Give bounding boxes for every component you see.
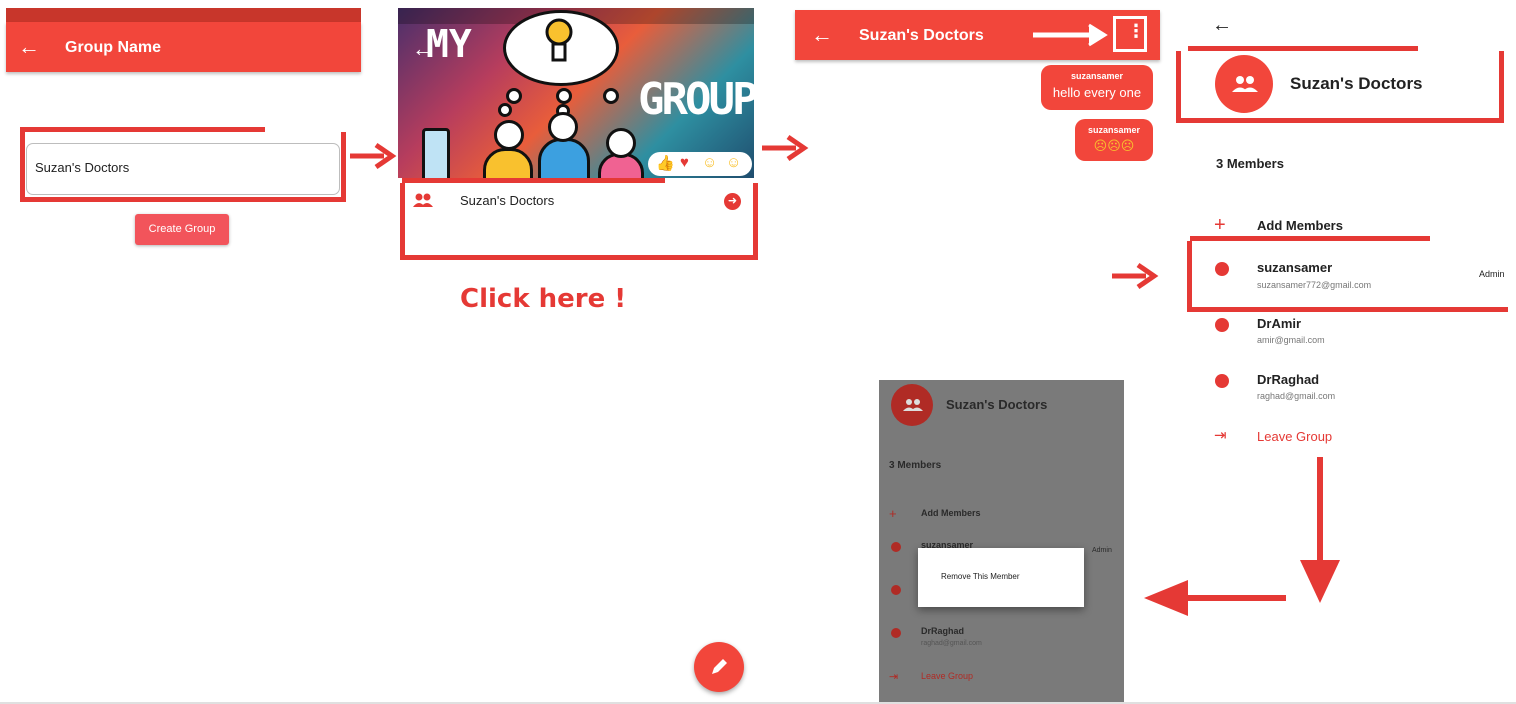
group-name: Suzan's Doctors [946,397,1048,412]
create-group-button[interactable]: Create Group [135,214,229,245]
back-arrow-icon[interactable]: ← [18,36,40,58]
arrow-right-icon [1112,262,1159,290]
group-avatar [1215,55,1273,113]
group-name-input-value: Suzan's Doctors [35,160,130,175]
remove-member-dialog: Remove This Member [918,548,1084,607]
thought-dot [556,88,572,104]
smile-icon: ☺ [726,154,742,171]
thought-dot [603,88,619,104]
group-list-item-label: Suzan's Doctors [460,193,555,208]
group-avatar [891,384,933,426]
remove-member-option[interactable]: Remove This Member [941,572,1020,581]
member-row[interactable]: DrRaghad raghad@gmail.com [1200,368,1500,408]
more-vert-icon[interactable]: ⋮ [1127,21,1145,42]
add-members-button: Add Members [921,508,981,518]
my-groups-banner: MY ← GROUPS 👍 ♥ ☺ ☺ [398,8,754,178]
back-arrow-icon[interactable]: ← [811,24,833,46]
reactions-bar: 👍 ♥ ☺ ☺ [648,152,752,176]
member-email: raghad@gmail.com [1257,391,1336,401]
person-head [548,112,578,142]
members-count: 3 Members [889,460,942,471]
back-arrow-icon[interactable]: ← [1212,14,1232,37]
arrow-left-icon [1144,580,1286,616]
leave-group-button[interactable]: Leave Group [1257,429,1332,444]
message-text: ☹☹☹ [1093,138,1135,153]
exit-icon: ⇥ [889,671,899,683]
leave-group-button: Leave Group [921,671,974,681]
message-sender: suzansamer [1070,71,1124,81]
thought-dot [506,88,522,104]
admin-badge: Admin [1092,547,1112,554]
member-name: DrRaghad [1257,372,1320,387]
status-bar [6,8,361,22]
member-email: suzansamer772@gmail.com [1257,280,1372,290]
account-circle-icon [1215,374,1229,388]
admin-badge: Admin [1479,269,1505,279]
person-yellow [483,148,533,178]
annotation-click-here: Click here ! [460,284,627,314]
member-email: raghad@gmail.com [921,640,982,647]
member-name: suzansamer [1257,260,1333,275]
person-head [606,128,636,158]
back-arrow-icon[interactable]: ← [412,36,434,62]
page-title: Group Name [65,39,162,56]
message-text: hello every one [1052,85,1142,100]
heart-icon: ♥ [680,154,689,171]
member-name: DrAmir [1257,316,1302,331]
arrow-forward-icon[interactable]: ➜ [724,193,741,210]
chat-app-bar: ← Suzan's Doctors ⋮ [795,10,1160,60]
lightbulb-icon [545,18,573,62]
account-circle-icon [1215,318,1229,332]
group-icon [903,399,923,411]
account-circle-icon [891,628,901,638]
chat-message: suzansamer ☹☹☹ [1075,119,1153,161]
arrow-right-icon [1033,23,1108,47]
remove-member-dimmed-screen: Suzan's Doctors 3 Members + Add Members … [879,380,1124,704]
add-members-button[interactable]: Add Members [1257,218,1343,233]
arrow-right-icon [350,142,397,170]
arrow-right-icon [762,134,809,162]
group-icon [413,193,433,207]
pencil-icon [712,659,727,674]
phone-icon [422,128,450,178]
account-circle-icon [891,585,901,595]
add-icon[interactable]: + [1214,214,1226,237]
members-count: 3 Members [1216,156,1284,171]
chat-title: Suzan's Doctors [859,27,984,44]
wow-icon: ☺ [702,154,718,171]
person-head [494,120,524,150]
chat-message: suzansamer hello every one [1041,65,1153,110]
edit-fab-button[interactable] [694,642,744,692]
add-icon: + [889,506,897,521]
person-blue [538,138,590,178]
thumbs-up-icon: 👍 [656,155,675,172]
banner-title-groups: GROUPS [638,74,754,125]
create-group-app-bar: ← Group Name [6,22,361,72]
group-name: Suzan's Doctors [1290,74,1423,93]
member-name: DrRaghad [921,626,965,636]
thought-dot [498,103,512,117]
member-email: amir@gmail.com [1257,335,1325,345]
arrow-down-icon [1300,457,1340,603]
exit-icon: ⇥ [1214,427,1227,444]
member-row[interactable]: DrAmir amir@gmail.com [1200,312,1500,352]
group-icon [1232,76,1258,92]
account-circle-icon [891,542,901,552]
account-circle-icon [1215,262,1229,276]
message-sender: suzansamer [1087,125,1141,135]
member-row[interactable]: suzansamer suzansamer772@gmail.com Admin [1200,255,1506,299]
